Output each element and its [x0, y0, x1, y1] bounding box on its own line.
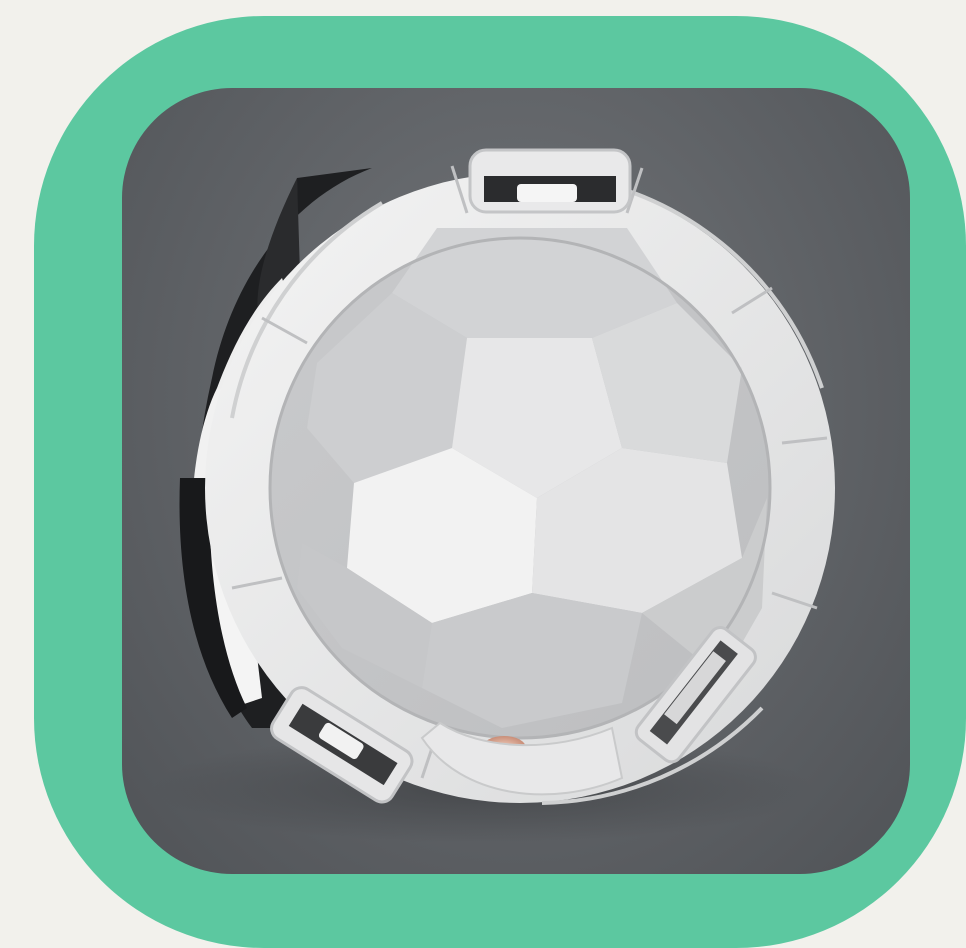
product-render-image	[122, 88, 910, 874]
top-slot	[468, 148, 632, 214]
